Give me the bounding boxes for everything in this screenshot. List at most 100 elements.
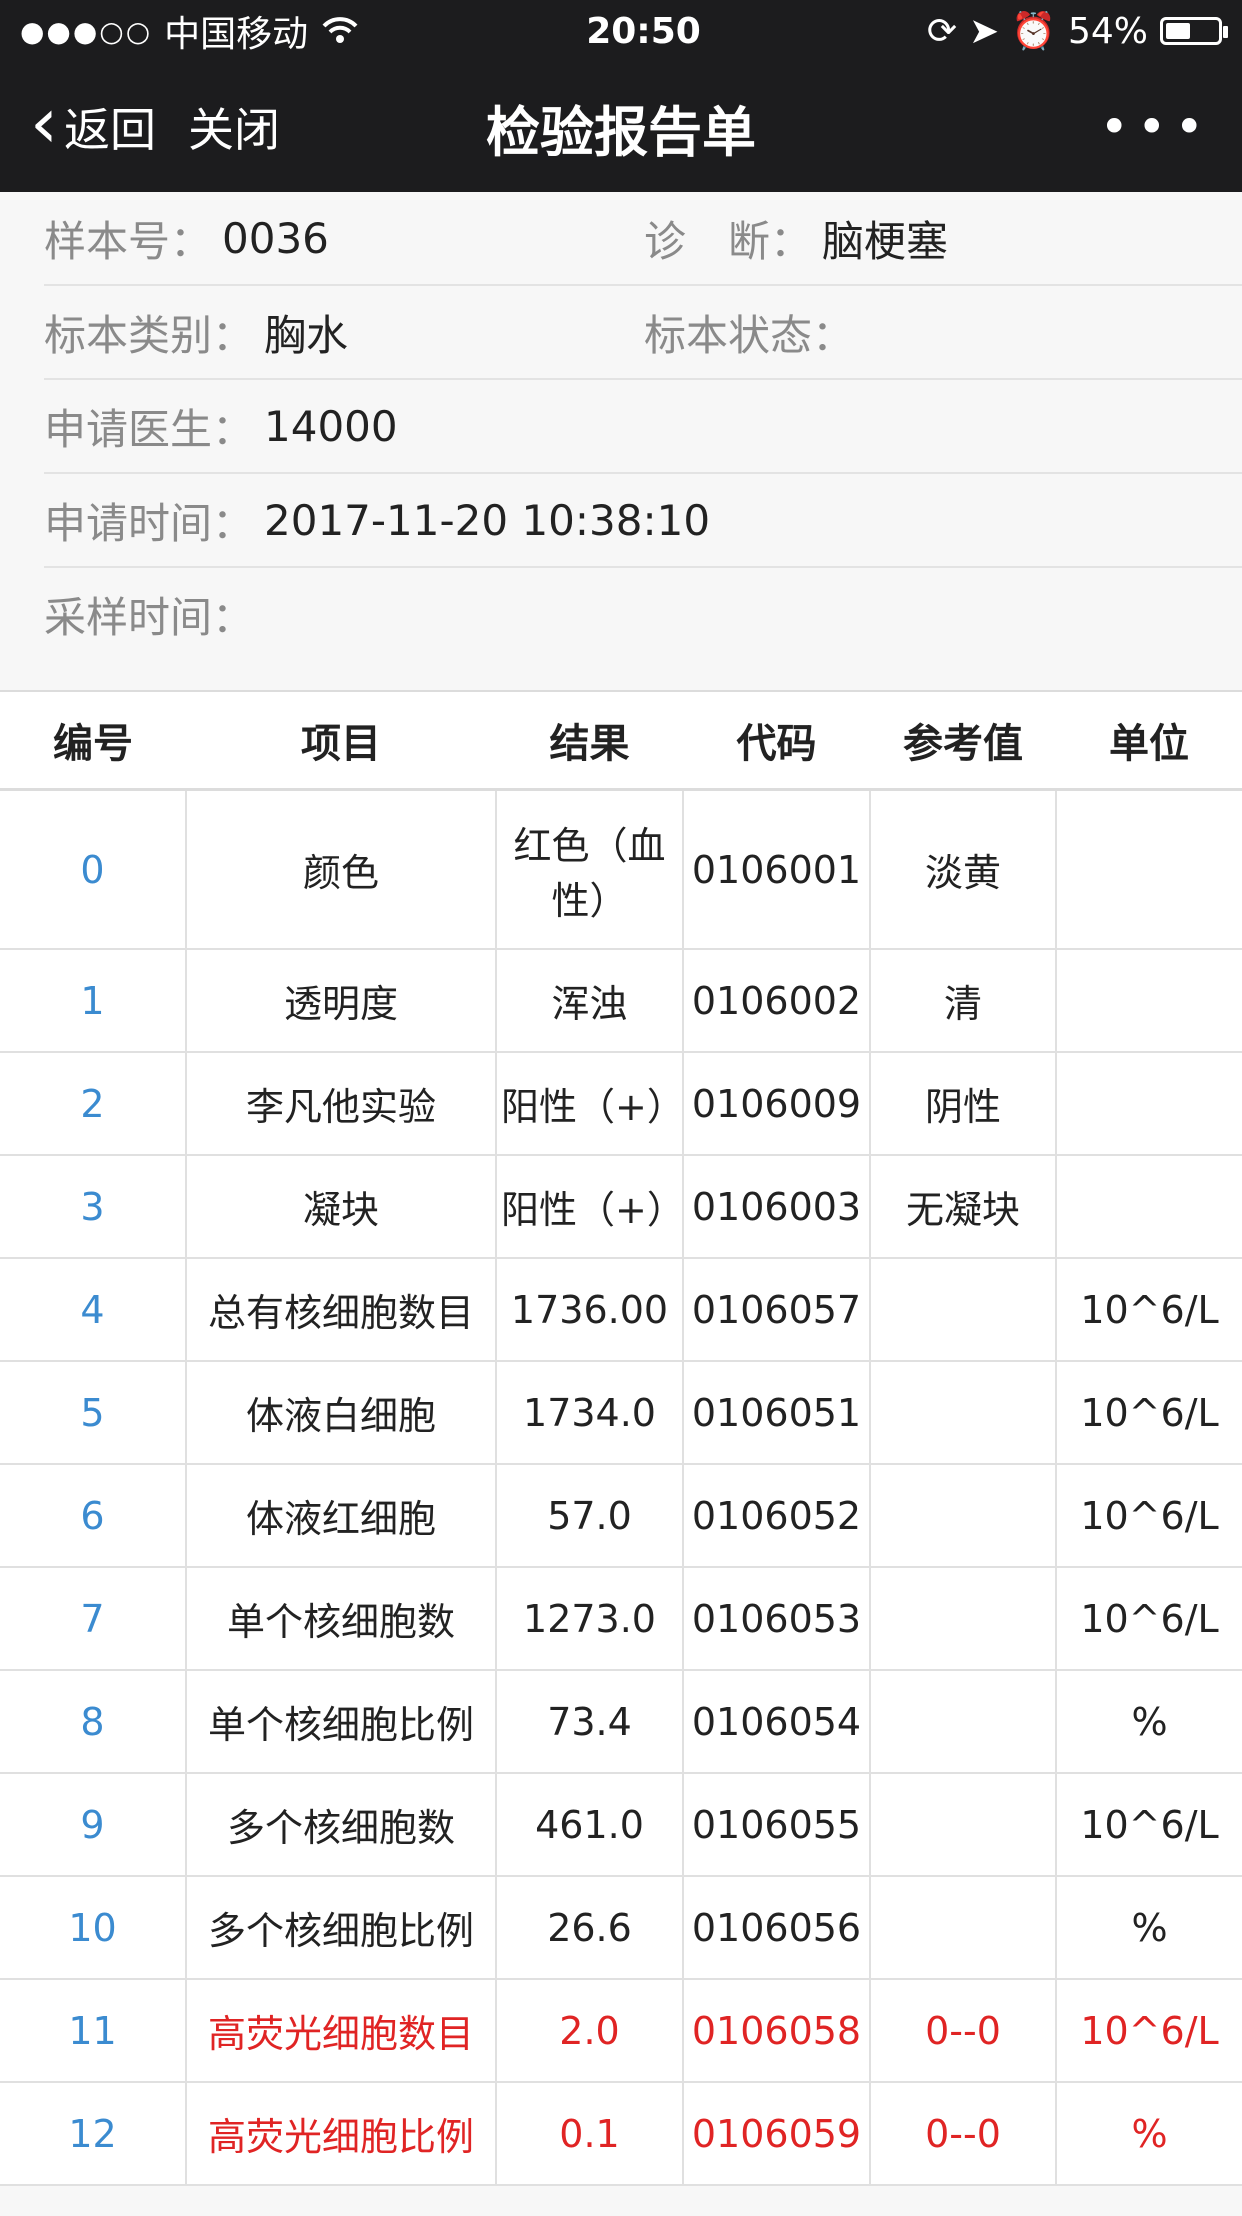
- specimen-type-value: 胸水: [264, 310, 349, 360]
- header-item: 项目: [186, 692, 496, 791]
- sample-time-label: 采样时间：: [44, 592, 255, 642]
- row-result: 浑浊: [495, 948, 684, 1053]
- row-result: 1736.00: [495, 1257, 684, 1362]
- section-divider: [0, 660, 1242, 692]
- doctor-label: 申请医生：: [44, 404, 255, 454]
- row-id[interactable]: 8: [0, 1669, 187, 1774]
- table-row[interactable]: 9 多个核细胞数 461.0 0106055 10^6/L: [0, 1772, 1242, 1877]
- table-row[interactable]: 6 体液红细胞 57.0 0106052 10^6/L: [0, 1463, 1242, 1568]
- row-id[interactable]: 0: [0, 788, 187, 950]
- row-result: 0.1: [495, 2081, 684, 2186]
- row-id[interactable]: 11: [0, 1978, 187, 2083]
- row-reference: [869, 1772, 1057, 1877]
- table-row[interactable]: 1 透明度 浑浊 0106002 清: [0, 948, 1242, 1053]
- header-code: 代码: [683, 692, 870, 791]
- diagnosis-value: 脑梗塞: [822, 216, 949, 266]
- row-code: 0106053: [682, 1566, 871, 1671]
- row-reference: 阴性: [869, 1051, 1057, 1156]
- row-unit: 10^6/L: [1055, 1772, 1242, 1877]
- row-item: 单个核细胞比例: [185, 1669, 497, 1774]
- clock: 20:50: [586, 10, 701, 52]
- row-result: 红色（血性）: [495, 788, 684, 950]
- row-item: 凝块: [185, 1154, 497, 1259]
- row-reference: [869, 1463, 1057, 1568]
- row-code: 0106003: [682, 1154, 871, 1259]
- table-row[interactable]: 11 高荧光细胞数目 2.0 0106058 0--0 10^6/L: [0, 1978, 1242, 2083]
- chevron-left-icon: ‹: [30, 82, 58, 164]
- row-id[interactable]: 10: [0, 1875, 187, 1980]
- row-item: 透明度: [185, 948, 497, 1053]
- row-item: 高荧光细胞数目: [185, 1978, 497, 2083]
- info-row: 申请医生： 14000: [44, 380, 1242, 474]
- battery-percent: 54%: [1067, 10, 1148, 52]
- row-reference: 0--0: [869, 1978, 1057, 2083]
- header-reference: 参考值: [870, 692, 1056, 791]
- back-button[interactable]: ‹ 返回: [30, 88, 156, 162]
- request-time-value: 2017-11-20 10:38:10: [264, 495, 711, 545]
- row-unit: %: [1055, 2081, 1242, 2186]
- row-reference: [869, 1669, 1057, 1774]
- top-bar: ●●●○○ 中国移动 20:50 ⟳ ➤ ⏰ 54% ‹ 返回 关闭 检验报告单…: [0, 0, 1242, 192]
- row-id[interactable]: 2: [0, 1051, 187, 1156]
- row-code: 0106052: [682, 1463, 871, 1568]
- row-id[interactable]: 4: [0, 1257, 187, 1362]
- row-item: 高荧光细胞比例: [185, 2081, 497, 2186]
- row-reference: 无凝块: [869, 1154, 1057, 1259]
- table-row[interactable]: 4 总有核细胞数目 1736.00 0106057 10^6/L: [0, 1257, 1242, 1362]
- row-result: 2.0: [495, 1978, 684, 2083]
- row-item: 总有核细胞数目: [185, 1257, 497, 1362]
- row-reference: [869, 1875, 1057, 1980]
- row-result: 26.6: [495, 1875, 684, 1980]
- results-table: 编号 项目 结果 代码 参考值 单位 0 颜色 红色（血性） 0106001 淡黄 1 透明…: [0, 692, 1242, 2186]
- row-item: 多个核细胞数: [185, 1772, 497, 1877]
- page-title: 检验报告单: [486, 100, 756, 164]
- row-unit: [1055, 1051, 1242, 1156]
- wifi-icon: [322, 17, 358, 43]
- row-reference: [869, 1360, 1057, 1465]
- table-row[interactable]: 5 体液白细胞 1734.0 0106051 10^6/L: [0, 1360, 1242, 1465]
- row-id[interactable]: 7: [0, 1566, 187, 1671]
- row-reference: 清: [869, 948, 1057, 1053]
- more-options-button[interactable]: •••: [1100, 98, 1212, 156]
- row-result: 1273.0: [495, 1566, 684, 1671]
- row-id[interactable]: 3: [0, 1154, 187, 1259]
- row-item: 体液白细胞: [185, 1360, 497, 1465]
- row-unit: %: [1055, 1875, 1242, 1980]
- table-row[interactable]: 0 颜色 红色（血性） 0106001 淡黄: [0, 788, 1242, 950]
- table-row[interactable]: 3 凝块 阳性（+） 0106003 无凝块: [0, 1154, 1242, 1259]
- row-item: 颜色: [185, 788, 497, 950]
- row-id[interactable]: 6: [0, 1463, 187, 1568]
- row-code: 0106001: [682, 788, 871, 950]
- sample-no-value: 0036: [222, 213, 329, 263]
- row-unit: 10^6/L: [1055, 1360, 1242, 1465]
- row-code: 0106055: [682, 1772, 871, 1877]
- table-row[interactable]: 2 李凡他实验 阳性（+） 0106009 阴性: [0, 1051, 1242, 1156]
- info-row: 标本类别： 胸水 标本状态：: [44, 286, 1242, 380]
- row-unit: 10^6/L: [1055, 1463, 1242, 1568]
- row-id[interactable]: 9: [0, 1772, 187, 1877]
- row-result: 461.0: [495, 1772, 684, 1877]
- row-reference: 0--0: [869, 2081, 1057, 2186]
- carrier-name: 中国移动: [164, 14, 309, 55]
- table-footer-space: [0, 2186, 1242, 2216]
- row-item: 单个核细胞数: [185, 1566, 497, 1671]
- navigation-bar: ‹ 返回 关闭 检验报告单 •••: [0, 62, 1242, 192]
- row-unit: %: [1055, 1669, 1242, 1774]
- row-id[interactable]: 12: [0, 2081, 187, 2186]
- close-button[interactable]: 关闭: [188, 94, 280, 160]
- table-row[interactable]: 7 单个核细胞数 1273.0 0106053 10^6/L: [0, 1566, 1242, 1671]
- row-code: 0106009: [682, 1051, 871, 1156]
- report-info: 样本号： 0036 诊 断： 脑梗塞 标本类别： 胸水 标本状态： 申请医生： …: [0, 192, 1242, 660]
- table-row[interactable]: 8 单个核细胞比例 73.4 0106054%: [0, 1669, 1242, 1774]
- table-row[interactable]: 12 高荧光细胞比例 0.1 0106059 0--0%: [0, 2081, 1242, 2186]
- doctor-value: 14000: [264, 401, 398, 451]
- row-unit: 10^6/L: [1055, 1978, 1242, 2083]
- row-id[interactable]: 1: [0, 948, 187, 1053]
- row-unit: [1055, 788, 1242, 950]
- table-row[interactable]: 10 多个核细胞比例 26.6 0106056%: [0, 1875, 1242, 1980]
- row-code: 0106054: [682, 1669, 871, 1774]
- request-time-label: 申请时间：: [44, 498, 255, 548]
- row-unit: [1055, 1154, 1242, 1259]
- row-id[interactable]: 5: [0, 1360, 187, 1465]
- sample-no-label: 样本号：: [44, 216, 213, 266]
